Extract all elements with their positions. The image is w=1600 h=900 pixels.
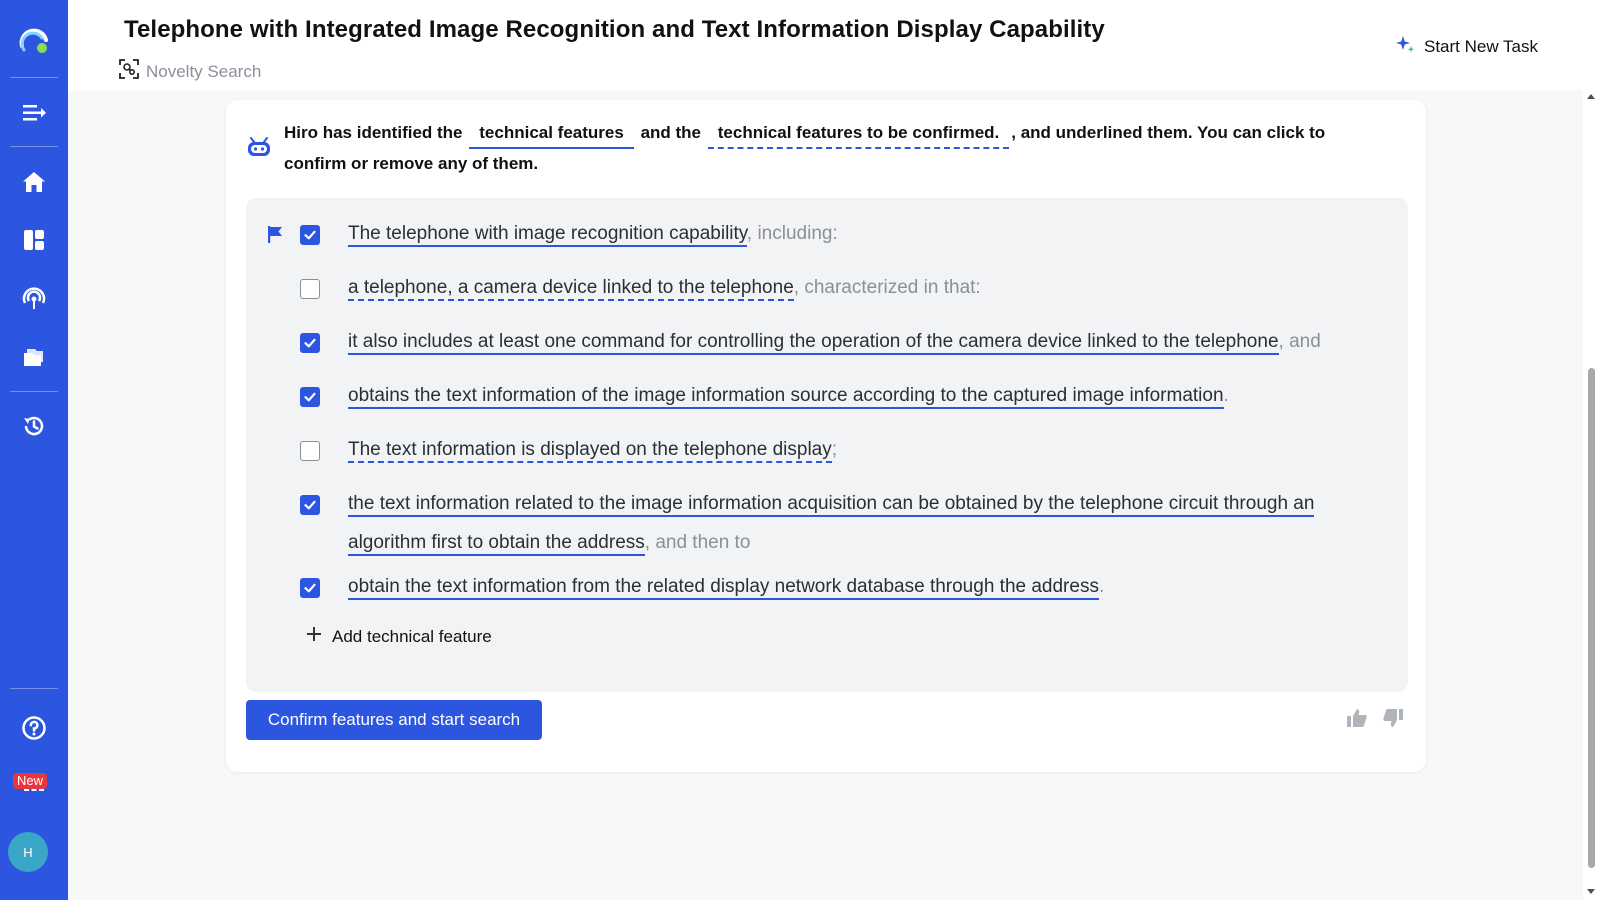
sidebar-divider	[10, 146, 58, 147]
feature-checkbox[interactable]	[300, 333, 320, 353]
feature-tail: ;	[832, 439, 837, 460]
sidebar-divider	[10, 688, 58, 689]
feature-text: The telephone with image recognition cap…	[348, 214, 1358, 253]
feature-underlined[interactable]: it also includes at least one command fo…	[348, 331, 1279, 355]
feature-underlined[interactable]: obtain the text information from the rel…	[348, 576, 1099, 600]
feature-tail: , including:	[747, 223, 838, 244]
feature-tail: .	[1224, 385, 1229, 406]
feature-row: it also includes at least one command fo…	[300, 330, 1358, 361]
intro-message: Hiro has identified the technical featur…	[284, 118, 1384, 179]
subtitle-label: Novelty Search	[146, 62, 261, 82]
feature-checkbox[interactable]	[300, 441, 320, 461]
feature-row: the text information related to the imag…	[300, 492, 1358, 562]
feature-row: a telephone, a camera device linked to t…	[300, 276, 1358, 307]
thumbs-up-icon[interactable]	[1346, 708, 1368, 733]
scroll-down-arrow[interactable]	[1587, 889, 1595, 894]
feature-tail: , and	[1279, 331, 1321, 352]
sidebar-divider	[10, 77, 58, 78]
scrollbar[interactable]	[1583, 90, 1600, 900]
sidebar-divider	[10, 391, 58, 392]
feature-row: The telephone with image recognition cap…	[300, 222, 1358, 253]
feature-tail: , and then to	[645, 532, 751, 553]
start-new-task-button[interactable]: Start New Task	[1394, 33, 1538, 60]
feature-text: a telephone, a camera device linked to t…	[348, 268, 1358, 307]
thumbs-down-icon[interactable]	[1382, 708, 1404, 733]
scan-icon	[118, 58, 140, 85]
feature-underlined[interactable]: The text information is displayed on the…	[348, 439, 832, 463]
subtitle: Novelty Search	[118, 58, 261, 85]
page-title: Telephone with Integrated Image Recognit…	[124, 16, 1105, 44]
feature-checkbox[interactable]	[300, 495, 320, 515]
feature-row: obtains the text information of the imag…	[300, 384, 1358, 415]
plus-icon	[306, 626, 322, 647]
feature-row: The text information is displayed on the…	[300, 438, 1358, 469]
start-new-task-label: Start New Task	[1424, 37, 1538, 57]
monitor-icon[interactable]	[14, 279, 54, 319]
robot-icon	[246, 136, 272, 163]
feature-underlined[interactable]: The telephone with image recognition cap…	[348, 223, 747, 247]
feature-text: obtains the text information of the imag…	[348, 376, 1358, 415]
scroll-up-arrow[interactable]	[1587, 94, 1595, 99]
feature-checkbox[interactable]	[300, 387, 320, 407]
feature-text: obtain the text information from the rel…	[348, 567, 1358, 606]
feature-checkbox[interactable]	[300, 225, 320, 245]
feature-text: The text information is displayed on the…	[348, 430, 1358, 469]
feature-card: Hiro has identified the technical featur…	[226, 100, 1426, 772]
header: Telephone with Integrated Image Recognit…	[68, 0, 1600, 90]
new-badge: New	[13, 773, 47, 789]
add-technical-feature-button[interactable]: Add technical feature	[306, 626, 492, 647]
feature-text: it also includes at least one command fo…	[348, 322, 1358, 361]
dashboard-icon[interactable]	[14, 220, 54, 260]
feature-list: The telephone with image recognition cap…	[246, 198, 1408, 692]
feature-row: obtain the text information from the rel…	[300, 575, 1358, 606]
help-icon[interactable]	[14, 708, 54, 748]
collapse-menu-icon[interactable]	[14, 93, 54, 133]
feature-tail: , characterized in that:	[794, 277, 981, 298]
feature-underlined[interactable]: the text information related to the imag…	[348, 493, 1314, 556]
folder-icon[interactable]	[14, 337, 54, 377]
tag-features-to-confirm: technical features to be confirmed.	[708, 119, 1010, 149]
avatar[interactable]: H	[8, 832, 48, 872]
feature-text: the text information related to the imag…	[348, 484, 1358, 562]
flag-icon	[265, 224, 285, 249]
feature-underlined[interactable]: a telephone, a camera device linked to t…	[348, 277, 794, 301]
sparkle-icon	[1394, 33, 1416, 60]
add-feature-label: Add technical feature	[332, 627, 492, 647]
history-icon[interactable]	[14, 406, 54, 446]
tag-technical-features: technical features	[469, 119, 634, 149]
logo-icon[interactable]	[18, 26, 50, 58]
confirm-and-search-button[interactable]: Confirm features and start search	[246, 700, 542, 740]
feature-underlined[interactable]: obtains the text information of the imag…	[348, 385, 1224, 409]
intro-middle: and the	[641, 123, 701, 142]
feature-tail: .	[1099, 576, 1104, 597]
feature-checkbox[interactable]	[300, 578, 320, 598]
feature-checkbox[interactable]	[300, 279, 320, 299]
home-icon[interactable]	[14, 162, 54, 202]
scroll-thumb[interactable]	[1588, 368, 1595, 868]
intro-prefix: Hiro has identified the	[284, 123, 463, 142]
